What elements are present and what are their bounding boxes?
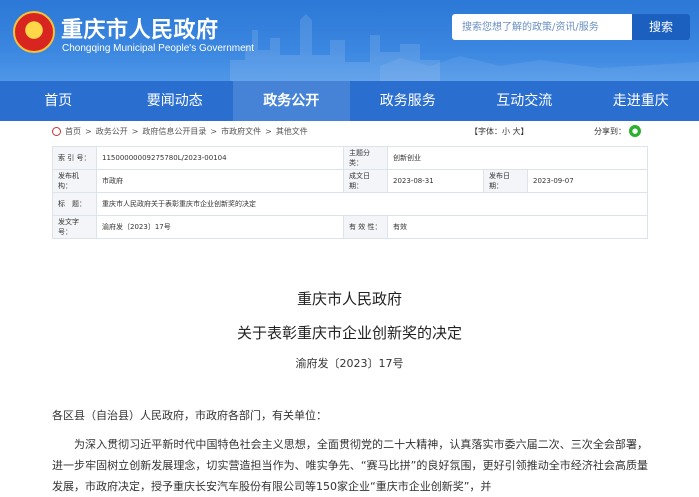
nav-gov-affairs-open[interactable]: 政务公开 (233, 81, 350, 121)
nav-interaction[interactable]: 互动交流 (466, 81, 583, 121)
breadcrumb-home[interactable]: 首页 (65, 126, 81, 137)
written-date-label: 成文日期： (344, 170, 388, 193)
document-addressees: 各区县（自治县）人民政府，市政府各部门，有关单位： (52, 407, 327, 423)
site-header: ★ 重庆市人民政府 Chongqing Municipal People's G… (0, 0, 699, 81)
search-button[interactable]: 搜索 (632, 14, 690, 40)
written-date-value: 2023-08-31 (388, 170, 484, 193)
nav-about-chongqing[interactable]: 走进重庆 (583, 81, 699, 121)
main-nav: 首页 要闻动态 政务公开 政务服务 互动交流 走进重庆 (0, 81, 699, 121)
document-title: 关于表彰重庆市企业创新奖的决定 (0, 322, 699, 343)
topic-value: 创新创业 (388, 147, 648, 170)
breadcrumb-other-docs[interactable]: 其他文件 (276, 126, 308, 137)
search-input[interactable] (452, 14, 632, 40)
validity-value: 有效 (388, 216, 648, 239)
nav-home[interactable]: 首页 (0, 81, 117, 121)
site-title[interactable]: 重庆市人民政府 (61, 12, 219, 44)
breadcrumb: 首页> 政务公开> 政府信息公开目录> 市政府文件> 其他文件 (52, 126, 308, 137)
document-number: 渝府发〔2023〕17号 (0, 355, 699, 371)
title-value: 重庆市人民政府关于表彰重庆市企业创新奖的决定 (97, 193, 648, 216)
breadcrumb-gov-open[interactable]: 政务公开 (96, 126, 128, 137)
validity-label: 有 效 性： (344, 216, 388, 239)
doc-number-label: 发文字号： (53, 216, 97, 239)
site-subtitle: Chongqing Municipal People's Government (62, 43, 254, 54)
index-label: 索 引 号： (53, 147, 97, 170)
font-size-control[interactable]: 【字体：小 大】 (470, 126, 529, 137)
publish-date-value: 2023-09-07 (528, 170, 648, 193)
topic-label: 主题分类： (344, 147, 388, 170)
national-emblem-icon: ★ (13, 11, 55, 53)
location-icon (52, 127, 61, 136)
index-value: 11500000009275780L/2023-00104 (97, 147, 344, 170)
nav-news[interactable]: 要闻动态 (117, 81, 234, 121)
publish-date-label: 发布日期： (484, 170, 528, 193)
breadcrumb-catalog[interactable]: 政府信息公开目录 (142, 126, 206, 137)
nav-gov-services[interactable]: 政务服务 (350, 81, 467, 121)
wechat-share-icon[interactable]: ● (629, 125, 641, 137)
document-issuer: 重庆市人民政府 (0, 288, 699, 309)
issuer-label: 发布机构： (53, 170, 97, 193)
issuer-value: 市政府 (97, 170, 344, 193)
share-bar: 分享到： ● (594, 125, 641, 137)
breadcrumb-city-docs[interactable]: 市政府文件 (221, 126, 261, 137)
doc-number-value: 渝府发〔2023〕17号 (97, 216, 344, 239)
title-label: 标 题： (53, 193, 97, 216)
document-info-table: 索 引 号： 11500000009275780L/2023-00104 主题分… (52, 146, 648, 239)
share-label: 分享到： (594, 126, 626, 137)
document-paragraph: 为深入贯彻习近平新时代中国特色社会主义思想，全面贯彻党的二十大精神，认真落实市委… (52, 434, 648, 497)
